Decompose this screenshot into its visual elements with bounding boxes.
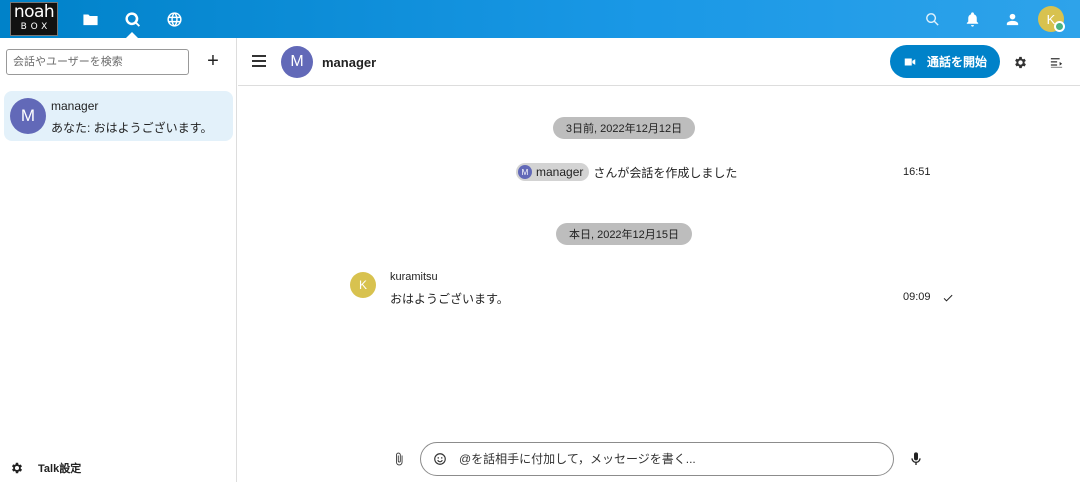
chat-header: M manager 通話を開始 [238,38,1080,86]
conversation-settings-button[interactable] [1011,53,1029,71]
conversation-sidebar: + M manager あなた: おはようございます。 Talk設定 [0,38,237,482]
video-camera-icon [904,58,916,65]
logo-text-bottom: BOX [20,22,52,32]
date-separator: 3日前, 2022年12月12日 [553,117,695,139]
message-text: おはようございます。 [390,292,509,306]
system-message: M manager さんが会話を作成しました [516,162,737,182]
contacts-icon [1006,13,1018,25]
search-icon [925,12,939,26]
bell-icon [966,11,978,27]
user-mention-chip[interactable]: M manager [516,163,590,181]
globe-icon [166,11,182,27]
files-app-button[interactable] [78,7,102,31]
mention-name: manager [536,165,584,179]
sidebar-toggle-icon [1050,57,1062,67]
conversation-item-manager[interactable]: M manager あなた: おはようございます。 [4,91,233,141]
talk-settings-label: Talk設定 [38,463,82,475]
online-status-icon [1054,21,1065,32]
message-time: 16:51 [903,166,931,178]
toggle-navigation-button[interactable] [252,55,266,67]
toggle-sidebar-button[interactable] [1047,53,1065,71]
mention-avatar: M [518,165,532,179]
notifications-button[interactable] [960,7,984,31]
gear-icon [1014,56,1026,68]
gear-icon [11,462,23,474]
menu-line [252,55,266,57]
checkmark-icon [943,294,953,302]
message-author-avatar[interactable]: K [350,272,376,298]
folder-icon [82,14,98,25]
start-call-label: 通話を開始 [926,55,987,69]
microphone-icon [911,452,921,465]
message-composer[interactable] [420,442,894,476]
attach-file-button[interactable] [392,451,406,467]
message-input[interactable] [459,450,879,468]
top-header: noah BOX K [0,0,1080,38]
contacts-button[interactable] [1000,7,1024,31]
smiley-icon [434,453,446,465]
menu-line [252,60,266,62]
emoji-picker-button[interactable] [433,452,447,466]
conversation-search-input[interactable] [6,49,189,75]
avatar: M [10,98,46,134]
noahbox-logo[interactable]: noah BOX [10,2,58,36]
paperclip-icon [396,452,403,466]
menu-line [252,65,266,67]
chat-avatar[interactable]: M [281,46,313,78]
talk-icon [124,11,140,27]
system-message-text: さんが会話を作成しました [593,165,738,180]
unified-search-button[interactable] [920,7,944,31]
new-conversation-button[interactable]: + [203,51,223,72]
web-app-button[interactable] [162,7,186,31]
start-call-button[interactable]: 通話を開始 [890,45,1000,78]
logo-text-top: noah [13,2,55,22]
voice-message-button[interactable] [910,451,922,467]
chat-title[interactable]: manager [322,55,376,70]
message-author[interactable]: kuramitsu [390,271,438,283]
conversation-name: manager [51,99,99,113]
date-separator: 本日, 2022年12月15日 [556,223,692,245]
conversation-last-message: あなた: おはようございます。 [51,121,213,135]
talk-app-button[interactable] [120,7,144,31]
message-time: 09:09 [903,291,931,303]
talk-settings-button[interactable]: Talk設定 [10,458,81,478]
message-sent-status [942,291,954,303]
